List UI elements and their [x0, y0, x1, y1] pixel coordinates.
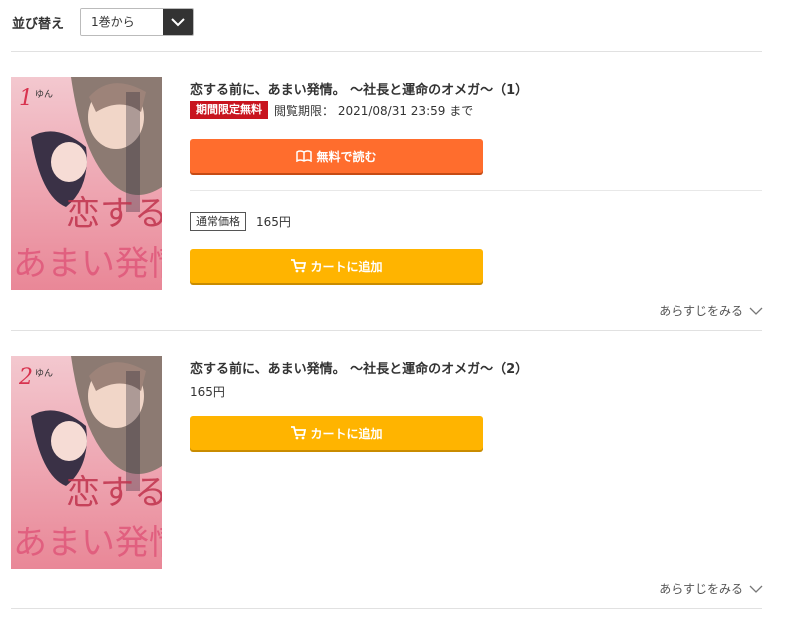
divider	[11, 330, 762, 331]
add-to-cart-label: カートに追加	[310, 426, 383, 441]
sort-label: 並び替え	[12, 16, 65, 32]
cover-title-b: あまい発情	[13, 523, 162, 563]
free-badge: 期間限定無料	[190, 101, 268, 119]
add-to-cart-button[interactable]: カートに追加	[190, 416, 483, 450]
item-title[interactable]: 恋する前に、あまい発情。 ～社長と運命のオメガ～（1）	[190, 79, 528, 98]
price-value: 165円	[256, 215, 291, 229]
read-free-label: 無料で読む	[316, 149, 377, 164]
book-icon	[296, 150, 313, 162]
cover-author: ゆん	[35, 89, 53, 100]
meta-row: 期間限定無料 閲覧期限： 2021/08/31 23:59 まで	[190, 101, 473, 119]
synopsis-label: あらすじをみる	[659, 304, 743, 318]
sort-select[interactable]: 1巻から	[80, 8, 195, 36]
chevron-down-icon	[749, 585, 763, 593]
show-synopsis-link[interactable]: あらすじをみる	[659, 302, 763, 319]
cover-title-a: 恋する前に	[66, 473, 162, 513]
show-synopsis-link[interactable]: あらすじをみる	[659, 580, 763, 597]
add-to-cart-label: カートに追加	[310, 259, 383, 274]
divider	[190, 190, 762, 191]
cart-icon	[290, 259, 307, 273]
cover-image-volume-2[interactable]: 2 ゆん 恋する前に あまい発情	[11, 356, 162, 569]
cover-author: ゆん	[35, 368, 53, 379]
price-value: 165円	[190, 385, 225, 399]
divider	[11, 608, 762, 609]
chevron-down-icon	[163, 9, 194, 35]
chevron-down-icon	[749, 307, 763, 315]
synopsis-label: あらすじをみる	[659, 582, 743, 596]
sort-selected-value: 1巻から	[81, 9, 164, 35]
cover-image-volume-1[interactable]: 1 ゆん 恋する前に あまい発情	[11, 77, 162, 290]
cover-volume: 2	[18, 365, 33, 390]
read-free-button[interactable]: 無料で読む	[190, 139, 483, 173]
cover-title-a: 恋する前に	[66, 194, 162, 234]
sort-bar: 並び替え 1巻から	[12, 8, 195, 36]
cover-title-b: あまい発情	[13, 244, 162, 284]
item-title[interactable]: 恋する前に、あまい発情。 ～社長と運命のオメガ～（2）	[190, 358, 528, 377]
price-row: 通常価格 165円	[190, 212, 291, 231]
price-label: 通常価格	[190, 212, 246, 231]
deadline-text: 閲覧期限： 2021/08/31 23:59 まで	[274, 103, 474, 118]
cover-volume: 1	[19, 86, 33, 111]
cart-icon	[290, 426, 307, 440]
add-to-cart-button[interactable]: カートに追加	[190, 249, 483, 283]
divider	[11, 51, 762, 52]
